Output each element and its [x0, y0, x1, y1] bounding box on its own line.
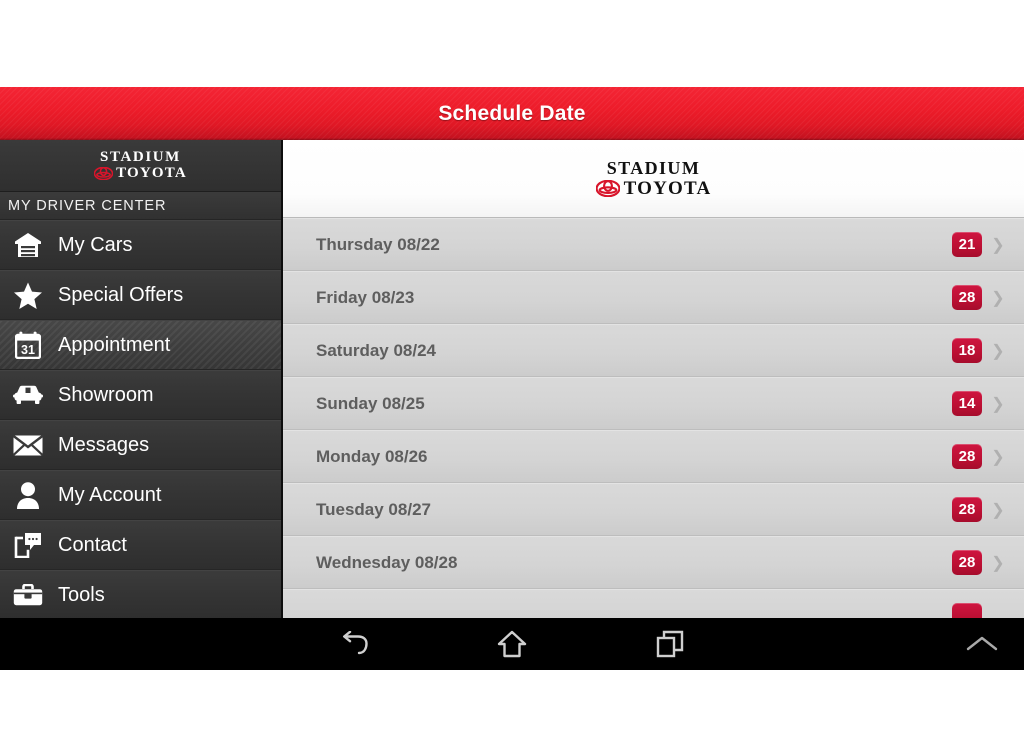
status-badge: 14 [952, 391, 982, 416]
table-row[interactable]: Thursday 08/22 21 ❯ [283, 218, 1024, 271]
sidebar-item-label: Showroom [58, 383, 154, 406]
android-nav-bar [0, 618, 1024, 670]
sidebar-item-messages[interactable]: Messages [0, 420, 281, 470]
sidebar: STADIUM TOYOTA MY DRIVER CENTER My Cars … [0, 140, 283, 618]
table-row[interactable]: Monday 08/26 28 ❯ [283, 430, 1024, 483]
calendar-icon: 31 [12, 329, 44, 361]
svg-text:31: 31 [21, 343, 35, 357]
sidebar-item-label: Contact [58, 533, 127, 556]
recent-apps-icon[interactable] [647, 621, 693, 667]
chevron-right-icon: ❯ [991, 501, 1005, 519]
sidebar-item-label: Messages [58, 433, 150, 456]
chevron-right-icon: ❯ [991, 448, 1005, 466]
title-bar: Schedule Date [0, 87, 1024, 140]
home-icon[interactable] [489, 621, 535, 667]
row-date-label: Friday 08/23 [316, 287, 415, 307]
sidebar-item-contact[interactable]: Contact [0, 520, 281, 570]
table-row[interactable]: Friday 08/23 28 ❯ [283, 271, 1024, 324]
chevron-right-icon: ❯ [991, 342, 1005, 360]
person-icon [12, 479, 44, 511]
table-row[interactable] [283, 589, 1024, 618]
chevron-right-icon: ❯ [991, 236, 1005, 254]
row-date-label: Wednesday 08/28 [316, 552, 458, 572]
toolbox-icon [12, 579, 44, 611]
sidebar-item-appointment[interactable]: 31 Appointment [0, 320, 281, 370]
status-badge: 21 [952, 232, 982, 257]
envelope-icon [12, 429, 44, 461]
car-icon [12, 379, 44, 411]
sidebar-item-label: Special Offers [58, 283, 184, 306]
toyota-emblem-icon [94, 167, 114, 180]
table-row[interactable]: Sunday 08/25 14 ❯ [283, 377, 1024, 430]
page-title: Schedule Date [438, 101, 586, 125]
row-date-label: Monday 08/26 [316, 446, 428, 466]
sidebar-item-label: My Account [58, 483, 162, 506]
status-badge: 28 [952, 285, 982, 310]
content-panel: STADIUM TOYOTA Thursday 08/22 21 ❯ Frida… [283, 140, 1024, 618]
garage-icon [12, 229, 44, 261]
sidebar-item-my-account[interactable]: My Account [0, 470, 281, 520]
sidebar-item-label: Tools [58, 583, 105, 606]
sidebar-item-label: My Cars [58, 233, 133, 256]
sidebar-item-showroom[interactable]: Showroom [0, 370, 281, 420]
sidebar-item-my-cars[interactable]: My Cars [0, 220, 281, 270]
sidebar-section-header: MY DRIVER CENTER [0, 192, 281, 220]
content-logo-line2: TOYOTA [623, 178, 712, 199]
row-date-label: Tuesday 08/27 [316, 499, 431, 519]
content-logo-line1: STADIUM [606, 158, 701, 178]
table-row[interactable]: Tuesday 08/27 28 ❯ [283, 483, 1024, 536]
sidebar-item-special-offers[interactable]: Special Offers [0, 270, 281, 320]
blank-top-area [0, 0, 1024, 87]
row-date-label: Saturday 08/24 [316, 340, 437, 360]
status-badge [952, 603, 982, 618]
sidebar-logo[interactable]: STADIUM TOYOTA [0, 140, 281, 192]
app-screen: Schedule Date STADIUM TOYOTA MY DRIVER C… [0, 0, 1024, 748]
star-icon [12, 279, 44, 311]
chevron-right-icon: ❯ [991, 395, 1005, 413]
status-badge: 28 [952, 550, 982, 575]
row-date-label: Thursday 08/22 [316, 234, 440, 254]
status-badge: 28 [952, 497, 982, 522]
back-icon[interactable] [331, 621, 377, 667]
table-row[interactable]: Saturday 08/24 18 ❯ [283, 324, 1024, 377]
schedule-date-list: Thursday 08/22 21 ❯ Friday 08/23 28 ❯ Sa… [283, 218, 1024, 618]
table-row[interactable]: Wednesday 08/28 28 ❯ [283, 536, 1024, 589]
chevron-up-icon[interactable] [956, 618, 1008, 670]
chevron-right-icon: ❯ [991, 289, 1005, 307]
sidebar-item-label: Appointment [58, 333, 171, 356]
sidebar-logo-line2: TOYOTA [116, 165, 187, 181]
sidebar-item-tools[interactable]: Tools [0, 570, 281, 618]
blank-bottom-area [0, 670, 1024, 748]
chevron-right-icon: ❯ [991, 554, 1005, 572]
sidebar-logo-line1: STADIUM [100, 149, 181, 165]
chat-phone-icon [12, 529, 44, 561]
toyota-emblem-icon [595, 180, 620, 197]
content-logo: STADIUM TOYOTA [283, 140, 1024, 218]
app-body: STADIUM TOYOTA MY DRIVER CENTER My Cars … [0, 140, 1024, 618]
row-date-label: Sunday 08/25 [316, 393, 425, 413]
status-badge: 28 [952, 444, 982, 469]
status-badge: 18 [952, 338, 982, 363]
